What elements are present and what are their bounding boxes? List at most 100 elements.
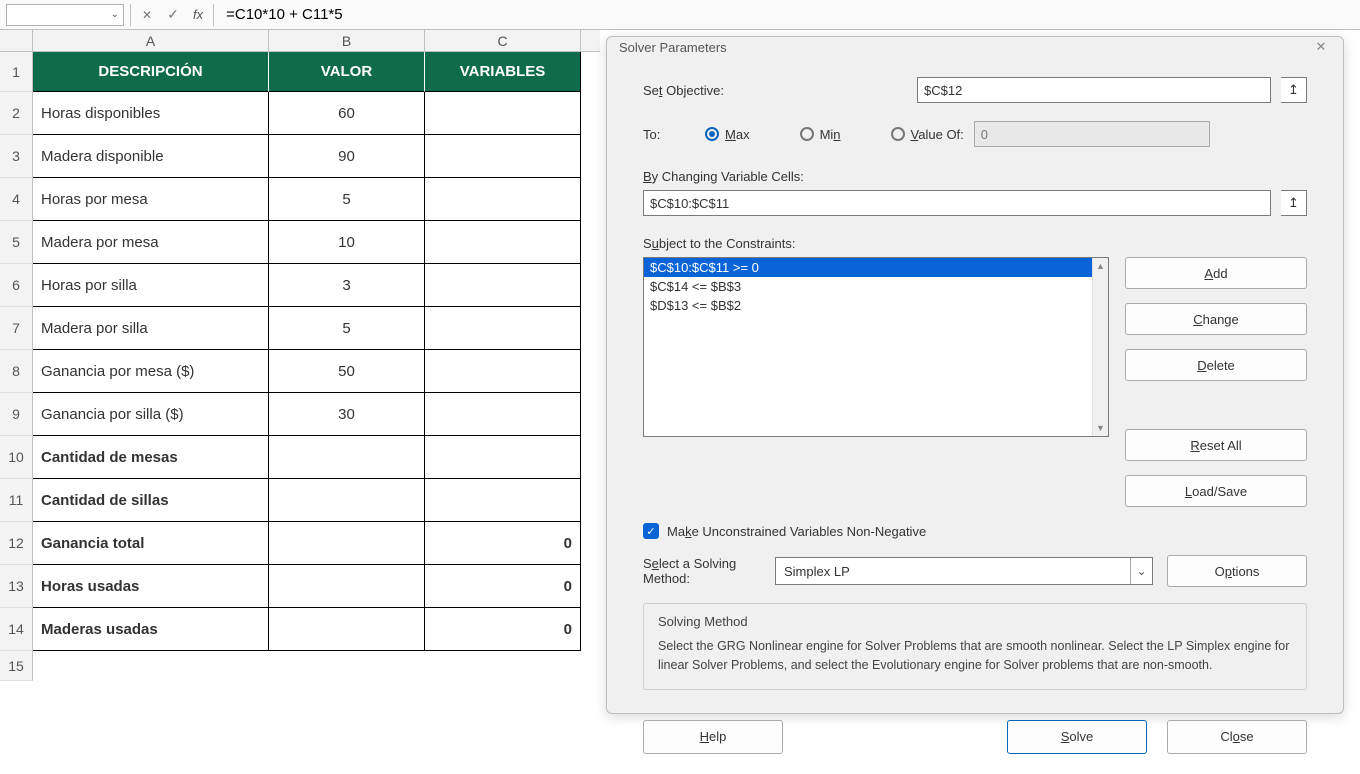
- solving-method-select[interactable]: Simplex LP: [775, 557, 1153, 585]
- col-header-b[interactable]: B: [269, 30, 425, 51]
- scroll-up-icon[interactable]: [1093, 258, 1108, 274]
- cell[interactable]: Madera disponible: [33, 135, 269, 178]
- cell[interactable]: 5: [269, 178, 425, 221]
- checkbox-nonnegative[interactable]: [643, 523, 659, 539]
- help-button[interactable]: Help: [643, 720, 783, 754]
- select-all-corner[interactable]: [0, 30, 33, 51]
- cell[interactable]: [425, 92, 581, 135]
- cell[interactable]: Horas disponibles: [33, 92, 269, 135]
- cell[interactable]: [425, 221, 581, 264]
- row-header[interactable]: 5: [0, 221, 33, 264]
- row-header[interactable]: 2: [0, 92, 33, 135]
- range-picker-icon[interactable]: [1281, 77, 1307, 103]
- dialog-titlebar[interactable]: Solver Parameters: [607, 37, 1343, 57]
- cell[interactable]: [425, 264, 581, 307]
- radio-min[interactable]: Min: [800, 127, 841, 142]
- changing-cells-input[interactable]: $C$10:$C$11: [643, 190, 1271, 216]
- accept-formula-button[interactable]: [163, 4, 183, 26]
- cell[interactable]: Cantidad de mesas: [33, 436, 269, 479]
- cell[interactable]: [425, 651, 581, 681]
- cell[interactable]: [33, 651, 269, 681]
- cell[interactable]: 0: [425, 565, 581, 608]
- cell[interactable]: [269, 436, 425, 479]
- cell[interactable]: Madera por silla: [33, 307, 269, 350]
- options-button[interactable]: Options: [1167, 555, 1307, 587]
- name-box[interactable]: ⌄: [6, 4, 124, 26]
- delete-button[interactable]: Delete: [1125, 349, 1307, 381]
- cell[interactable]: Maderas usadas: [33, 608, 269, 651]
- col-header-a[interactable]: A: [33, 30, 269, 51]
- cell[interactable]: [269, 479, 425, 522]
- row-header[interactable]: 15: [0, 651, 33, 681]
- header-cell[interactable]: VARIABLES: [425, 52, 581, 92]
- header-cell[interactable]: DESCRIPCIÓN: [33, 52, 269, 92]
- cell[interactable]: Ganancia por mesa ($): [33, 350, 269, 393]
- row-header[interactable]: 9: [0, 393, 33, 436]
- constraint-item[interactable]: $C$14 <= $B$3: [644, 277, 1108, 296]
- cell[interactable]: [425, 350, 581, 393]
- row-header[interactable]: 7: [0, 307, 33, 350]
- cell[interactable]: [425, 135, 581, 178]
- row-header[interactable]: 6: [0, 264, 33, 307]
- cell[interactable]: 0: [425, 608, 581, 651]
- cell[interactable]: 3: [269, 264, 425, 307]
- formula-input[interactable]: [220, 4, 1354, 26]
- close-icon[interactable]: [1311, 37, 1331, 57]
- chevron-down-icon[interactable]: [1130, 558, 1152, 584]
- value-of-input[interactable]: [974, 121, 1210, 147]
- load-save-button[interactable]: Load/Save: [1125, 475, 1307, 507]
- row-header[interactable]: 10: [0, 436, 33, 479]
- cell[interactable]: [425, 393, 581, 436]
- set-objective-input[interactable]: $C$12: [917, 77, 1271, 103]
- cell[interactable]: Ganancia por silla ($): [33, 393, 269, 436]
- cell[interactable]: 0: [425, 522, 581, 565]
- cell[interactable]: [269, 565, 425, 608]
- col-header-c[interactable]: C: [425, 30, 581, 51]
- constraint-item[interactable]: $D$13 <= $B$2: [644, 296, 1108, 315]
- constraints-list[interactable]: $C$10:$C$11 >= 0$C$14 <= $B$3$D$13 <= $B…: [643, 257, 1109, 437]
- add-button[interactable]: Add: [1125, 257, 1307, 289]
- cell[interactable]: 50: [269, 350, 425, 393]
- cell[interactable]: [425, 307, 581, 350]
- radio-valueof[interactable]: Value Of:: [891, 127, 964, 142]
- row-header[interactable]: 4: [0, 178, 33, 221]
- chevron-down-icon[interactable]: ⌄: [111, 9, 119, 20]
- cell[interactable]: 5: [269, 307, 425, 350]
- cell[interactable]: [269, 651, 425, 681]
- cell[interactable]: [269, 522, 425, 565]
- cell[interactable]: Horas por silla: [33, 264, 269, 307]
- row-header[interactable]: 8: [0, 350, 33, 393]
- change-button[interactable]: Change: [1125, 303, 1307, 335]
- row-header[interactable]: 12: [0, 522, 33, 565]
- fx-icon[interactable]: fx: [189, 7, 207, 22]
- row-header[interactable]: 13: [0, 565, 33, 608]
- reset-all-button[interactable]: Reset All: [1125, 429, 1307, 461]
- cell[interactable]: Horas por mesa: [33, 178, 269, 221]
- header-cell[interactable]: VALOR: [269, 52, 425, 92]
- row-header[interactable]: 11: [0, 479, 33, 522]
- cell[interactable]: 30: [269, 393, 425, 436]
- close-button[interactable]: Close: [1167, 720, 1307, 754]
- constraint-item[interactable]: $C$10:$C$11 >= 0: [644, 258, 1108, 277]
- cell[interactable]: 10: [269, 221, 425, 264]
- row-header[interactable]: 3: [0, 135, 33, 178]
- cell[interactable]: 90: [269, 135, 425, 178]
- cell[interactable]: Ganancia total: [33, 522, 269, 565]
- range-picker-icon[interactable]: [1281, 190, 1307, 216]
- cell[interactable]: Cantidad de sillas: [33, 479, 269, 522]
- row-header[interactable]: 1: [0, 52, 33, 92]
- cell[interactable]: [425, 479, 581, 522]
- cancel-formula-button[interactable]: [137, 4, 157, 26]
- scrollbar[interactable]: [1092, 258, 1108, 436]
- row-header[interactable]: 14: [0, 608, 33, 651]
- radio-max[interactable]: Max: [705, 127, 750, 142]
- to-label: To:: [643, 127, 695, 142]
- cell[interactable]: [425, 178, 581, 221]
- cell[interactable]: 60: [269, 92, 425, 135]
- solve-button[interactable]: Solve: [1007, 720, 1147, 754]
- cell[interactable]: [269, 608, 425, 651]
- scroll-down-icon[interactable]: [1093, 420, 1108, 436]
- cell[interactable]: Horas usadas: [33, 565, 269, 608]
- cell[interactable]: [425, 436, 581, 479]
- cell[interactable]: Madera por mesa: [33, 221, 269, 264]
